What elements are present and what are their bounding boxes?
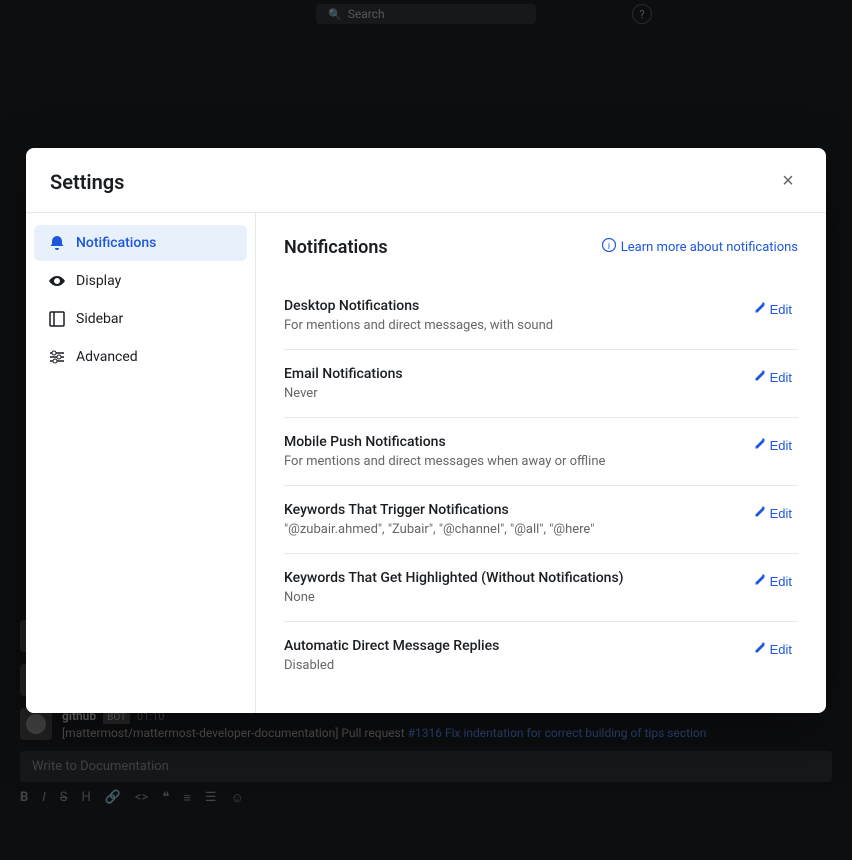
modal-backdrop: Settings × Notifications (0, 0, 852, 860)
notif-description: None (284, 590, 748, 605)
edit-icon (754, 574, 766, 589)
edit-icon (754, 438, 766, 453)
notification-row-desktop: Desktop Notifications For mentions and di… (284, 282, 798, 350)
edit-icon (754, 370, 766, 385)
info-icon: i (602, 238, 616, 256)
edit-label: Edit (770, 642, 792, 657)
learn-more-link[interactable]: i Learn more about notifications (602, 238, 798, 256)
edit-label: Edit (770, 370, 792, 385)
edit-button-keywords-trigger[interactable]: Edit (748, 504, 798, 523)
eye-icon (48, 272, 66, 290)
edit-label: Edit (770, 302, 792, 317)
notif-info: Desktop Notifications For mentions and di… (284, 298, 748, 333)
settings-modal: Settings × Notifications (26, 148, 826, 713)
sidebar-item-label: Advanced (76, 349, 138, 365)
notif-info: Email Notifications Never (284, 366, 748, 401)
notif-info: Mobile Push Notifications For mentions an… (284, 434, 748, 469)
edit-label: Edit (770, 506, 792, 521)
edit-icon (754, 642, 766, 657)
notif-name: Keywords That Trigger Notifications (284, 502, 748, 518)
edit-icon (754, 506, 766, 521)
advanced-icon (48, 348, 66, 366)
notif-description: "@zubair.ahmed", "Zubair", "@channel", "… (284, 522, 748, 537)
notif-description: Never (284, 386, 748, 401)
edit-button-auto-reply[interactable]: Edit (748, 640, 798, 659)
notif-name: Email Notifications (284, 366, 748, 382)
bell-icon (48, 234, 66, 252)
notif-info: Keywords That Trigger Notifications "@zub… (284, 502, 748, 537)
edit-button-desktop[interactable]: Edit (748, 300, 798, 319)
notif-description: Disabled (284, 658, 748, 673)
edit-label: Edit (770, 438, 792, 453)
modal-header: Settings × (26, 148, 826, 213)
sidebar-item-label: Notifications (76, 235, 156, 251)
notification-row-keywords-trigger: Keywords That Trigger Notifications "@zub… (284, 486, 798, 554)
content-title: Notifications (284, 237, 388, 258)
sidebar-item-advanced[interactable]: Advanced (34, 339, 247, 375)
sidebar-item-label: Sidebar (76, 311, 123, 327)
edit-label: Edit (770, 574, 792, 589)
notif-name: Keywords That Get Highlighted (Without N… (284, 570, 748, 586)
content-header: Notifications i Learn more about notific… (284, 237, 798, 258)
notifications-list: Desktop Notifications For mentions and di… (284, 282, 798, 689)
notif-description: For mentions and direct messages when aw… (284, 454, 748, 469)
notif-name: Desktop Notifications (284, 298, 748, 314)
edit-button-keywords-highlight[interactable]: Edit (748, 572, 798, 591)
notification-row-mobile: Mobile Push Notifications For mentions an… (284, 418, 798, 486)
notif-info: Keywords That Get Highlighted (Without N… (284, 570, 748, 605)
sidebar-icon (48, 310, 66, 328)
edit-icon (754, 302, 766, 317)
notification-row-auto-reply: Automatic Direct Message Replies Disabled… (284, 622, 798, 689)
notification-row-keywords-highlight: Keywords That Get Highlighted (Without N… (284, 554, 798, 622)
learn-more-text: Learn more about notifications (621, 240, 798, 255)
modal-body: Notifications Display (26, 213, 826, 713)
sidebar-item-notifications[interactable]: Notifications (34, 225, 247, 261)
notif-name: Mobile Push Notifications (284, 434, 748, 450)
edit-button-mobile[interactable]: Edit (748, 436, 798, 455)
svg-text:i: i (608, 242, 610, 252)
sidebar-item-sidebar[interactable]: Sidebar (34, 301, 247, 337)
edit-button-email[interactable]: Edit (748, 368, 798, 387)
notif-info: Automatic Direct Message Replies Disabled (284, 638, 748, 673)
modal-title: Settings (50, 170, 124, 194)
notif-description: For mentions and direct messages, with s… (284, 318, 748, 333)
settings-sidebar: Notifications Display (26, 213, 256, 713)
settings-content: Notifications i Learn more about notific… (256, 213, 826, 713)
sidebar-item-display[interactable]: Display (34, 263, 247, 299)
notification-row-email: Email Notifications Never Edit (284, 350, 798, 418)
close-button[interactable]: × (774, 168, 802, 196)
sidebar-item-label: Display (76, 273, 121, 289)
notif-name: Automatic Direct Message Replies (284, 638, 748, 654)
